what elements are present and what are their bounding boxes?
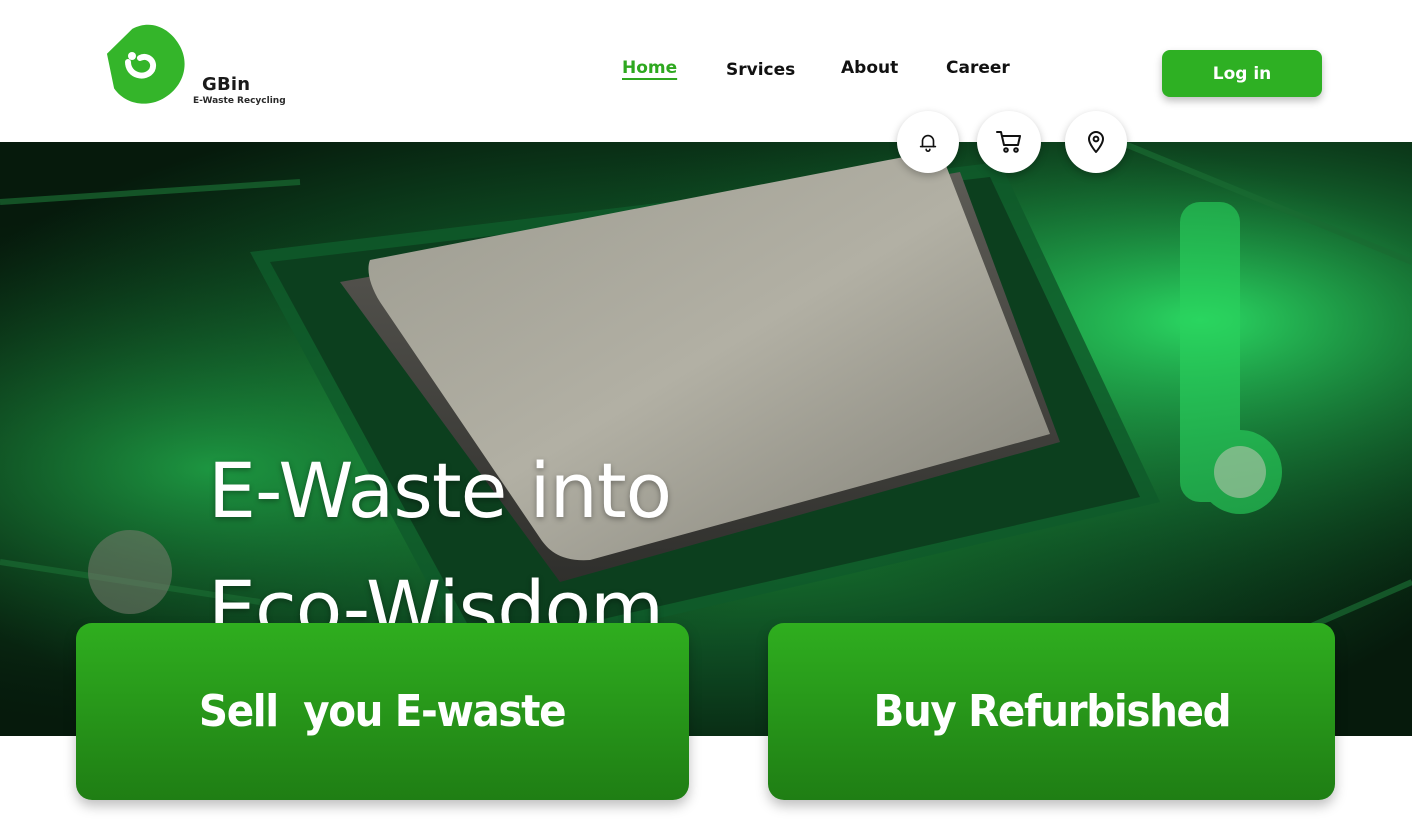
sell-ewaste-label: Sell you E-waste xyxy=(199,686,567,737)
nav-about[interactable]: About xyxy=(841,58,898,78)
nav-home[interactable]: Home xyxy=(622,58,677,78)
brand-tagline: E-Waste Recycling xyxy=(193,96,286,106)
cart-icon xyxy=(996,131,1021,153)
cart-button[interactable] xyxy=(977,111,1041,173)
location-button[interactable] xyxy=(1065,111,1127,173)
bell-icon xyxy=(919,134,937,152)
buy-refurbished-button[interactable]: Buy Refurbished xyxy=(768,623,1335,800)
login-button[interactable]: Log in xyxy=(1162,50,1322,97)
buy-refurbished-label: Buy Refurbished xyxy=(873,686,1231,737)
nav-career[interactable]: Career xyxy=(946,58,1010,78)
location-pin-icon xyxy=(1088,131,1104,153)
brand-name: GBin xyxy=(202,74,251,95)
hero-title-line-1: E-Waste into xyxy=(208,446,672,535)
site-header: GBin E-Waste Recycling Home Srvices Abou… xyxy=(0,0,1412,142)
sell-ewaste-button[interactable]: Sell you E-waste xyxy=(76,623,689,800)
notifications-button[interactable] xyxy=(897,111,959,173)
brand-logo[interactable]: GBin E-Waste Recycling xyxy=(98,20,298,108)
logo-icon xyxy=(106,24,185,104)
nav-services[interactable]: Srvices xyxy=(726,60,795,80)
